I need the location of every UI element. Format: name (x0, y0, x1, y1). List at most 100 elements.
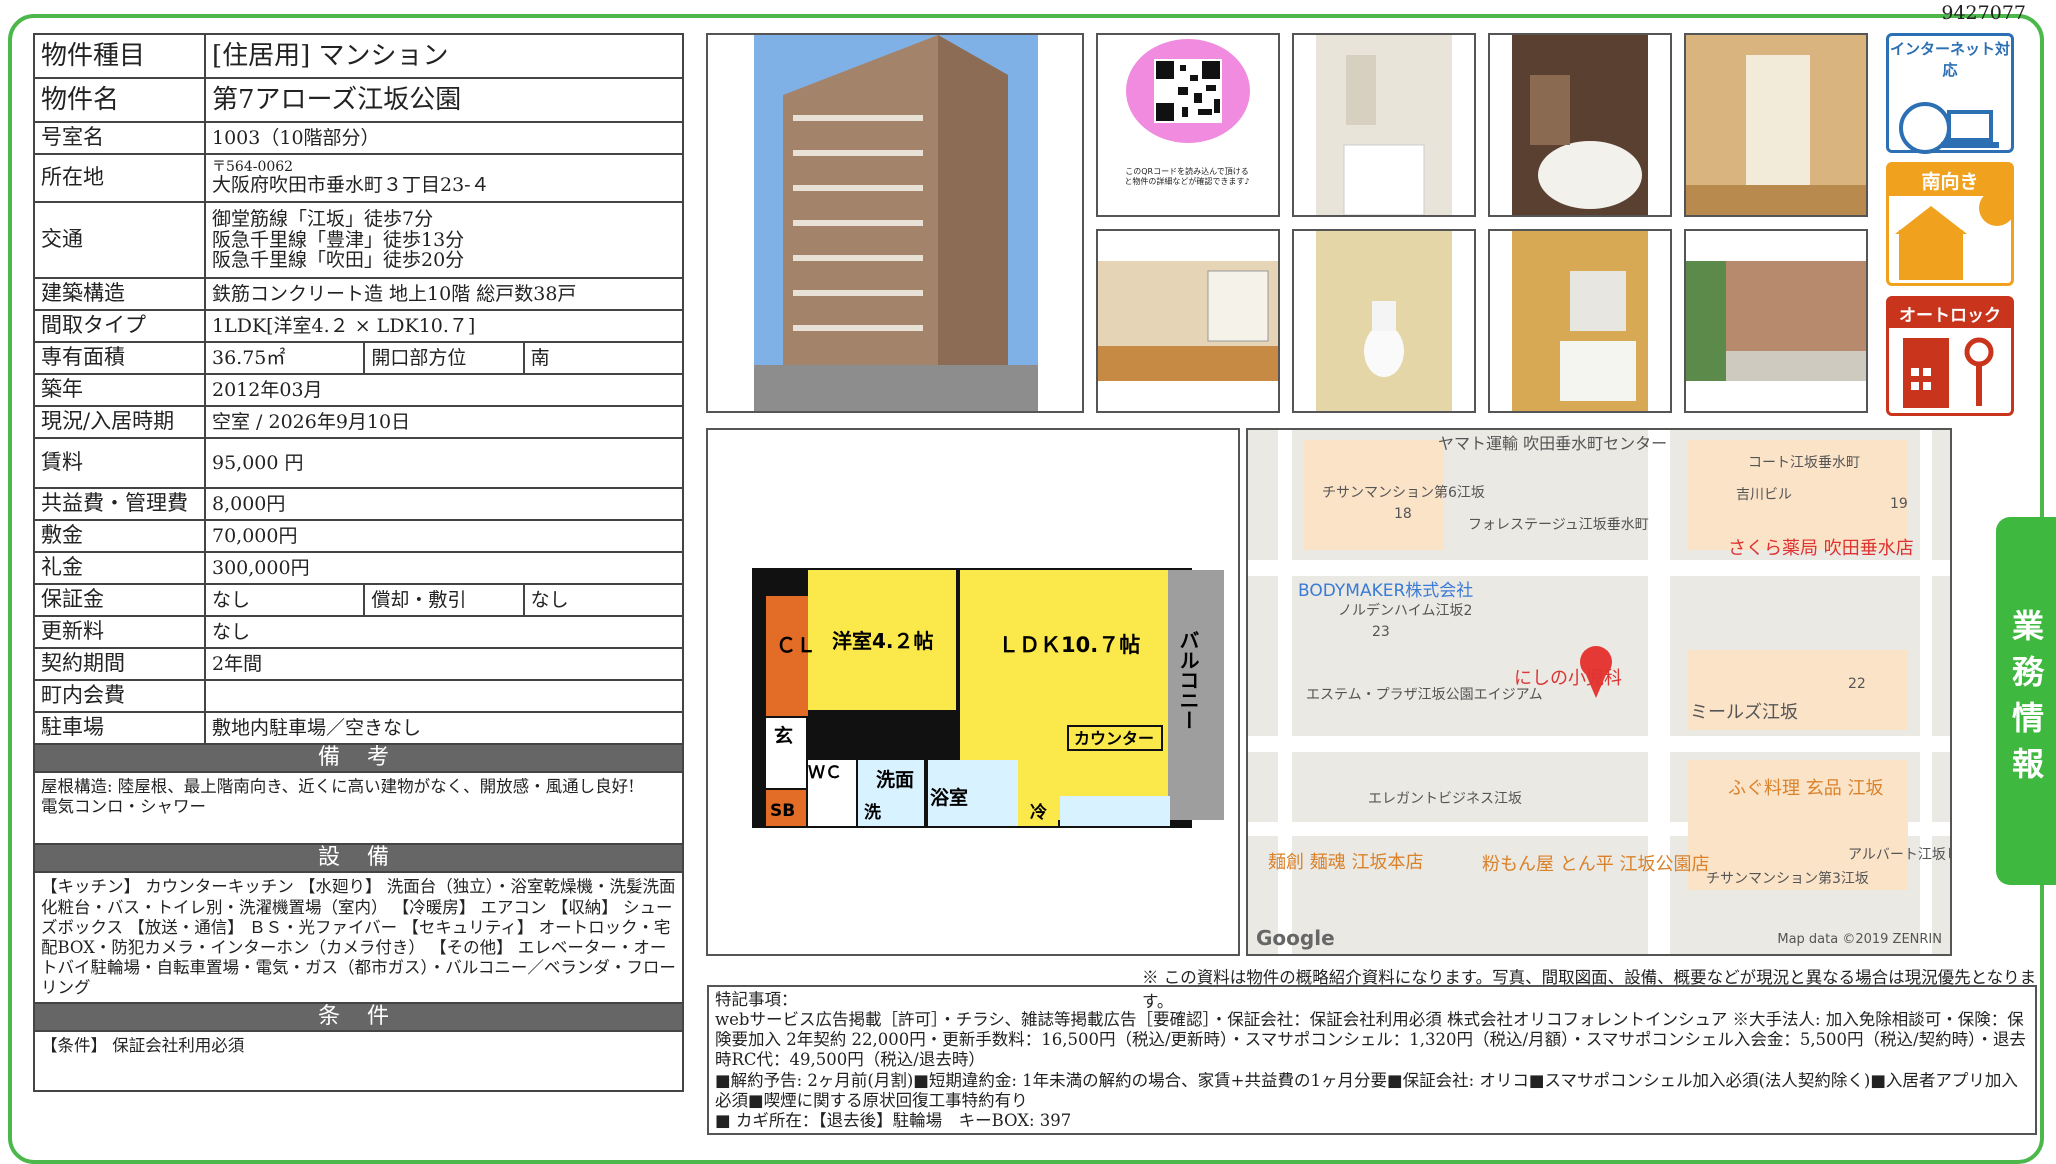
map-label: ふぐ料理 玄品 江坂 (1728, 778, 1884, 799)
assoc-label: 町内会費 (33, 679, 206, 713)
biko-header: 備 考 (33, 742, 684, 774)
built-value: 2012年03月 (204, 373, 684, 407)
building-image (754, 35, 1038, 411)
keymoney-label: 礼金 (33, 551, 206, 585)
fee-value: 8,000円 (204, 487, 684, 521)
deposit-value: 70,000円 (204, 519, 684, 553)
renew-value: なし (204, 615, 684, 649)
name-label: 物件名 (33, 77, 206, 123)
washroom-photo[interactable] (1488, 229, 1672, 413)
map-label: 23 (1372, 624, 1390, 640)
setsubi-header: 設 備 (33, 843, 684, 874)
fp-wc: ＷＣ (808, 763, 842, 783)
autolock-label: オートロック (1889, 299, 2011, 328)
term-value: 2年間 (204, 647, 684, 681)
map-label: 粉もん屋 とん平 江坂公園店 (1482, 854, 1710, 875)
layout-label: 間取タイプ (33, 309, 206, 343)
rent-label: 賃料 (33, 437, 206, 489)
transit-line: 阪急千里線「吹田」徒歩20分 (212, 249, 465, 272)
fp-sb: SB (770, 801, 795, 821)
renew-label: 更新料 (33, 615, 206, 649)
guarantee-label: 保証金 (33, 583, 206, 617)
map-label: 18 (1394, 506, 1412, 522)
kitchen-photo[interactable] (1292, 33, 1476, 217)
fp-balcony: バルコニー (1176, 630, 1200, 730)
fp-fridge: 冷 (1030, 802, 1047, 823)
transit-label: 交通 (33, 201, 206, 279)
south-label: 南向き (1889, 165, 2011, 196)
living-image (1098, 261, 1278, 381)
address-value: 大阪府吹田市垂水町３丁目23-４ (212, 174, 490, 197)
entrance-photo[interactable] (1684, 229, 1868, 413)
joken-text: 【条件】 保証会社利用必須 (33, 1030, 684, 1093)
structure-value: 鉄筋コンクリート造 地上10階 総戸数38戸 (204, 277, 684, 311)
type-label: 物件種目 (33, 33, 206, 79)
sun-house-icon (1895, 190, 2015, 280)
layout-value: 1LDK[洋室4.２ × LDK10.７] (204, 309, 684, 343)
internet-badge: インターネット対応 (1886, 33, 2014, 154)
fp-wash: 洗面 (876, 768, 914, 791)
room-value: 1003（10階部分） (204, 121, 684, 155)
transit-line: 阪急千里線「豊津」徒歩13分 (212, 228, 465, 251)
status-value: 空室 / 2026年9月10日 (204, 405, 684, 439)
map-label: ミールズ江坂 (1690, 702, 1798, 723)
remarks-box: 特記事項： webサービス広告掲載［許可］・チラシ、雑誌等掲載広告［要確認］・保… (707, 985, 2037, 1135)
area-label: 専有面積 (33, 341, 206, 375)
status-label: 現況/入居時期 (33, 405, 206, 439)
transit-line: 御堂筋線「江坂」徒歩7分 (212, 207, 434, 230)
bathroom-photo[interactable] (1488, 33, 1672, 217)
fee-label: 共益費・管理費 (33, 487, 206, 521)
map-label: 22 (1848, 676, 1866, 692)
map-label: 19 (1890, 496, 1908, 512)
map-label: チサンマンション第3江坂 (1706, 871, 1869, 887)
remarks-title: 特記事項： (715, 990, 798, 1009)
side-tab-business-info[interactable]: 業務情報 (1996, 517, 2056, 885)
map-label: エレガントビジネス江坂 (1368, 791, 1522, 807)
amort-value: なし (522, 583, 685, 617)
setsubi-text: 【キッチン】 カウンターキッチン 【水廻り】 洗面台（独立）・浴室乾燥機・洗髪洗… (33, 871, 684, 1005)
structure-label: 建築構造 (33, 277, 206, 311)
fp-counter: カウンター (1074, 729, 1154, 748)
map-copyright: Map data ©2019 ZENRIN (1777, 932, 1942, 947)
qr-caption: このQRコードを読み込んで頂けると物件の詳細などが確認できます♪ (1124, 167, 1250, 186)
internet-label: インターネット対応 (1889, 40, 2010, 79)
map-panel[interactable]: ヤマト運輸 吹田垂水町センター チサンマンション第6江坂 18 フォレステージュ… (1246, 428, 1952, 956)
parking-label: 駐車場 (33, 711, 206, 745)
map-label: チサンマンション第6江坂 (1322, 485, 1485, 501)
qr-code-icon (1126, 39, 1250, 143)
remarks-line-2: ■解約予告: 2ヶ月前(月割)■短期違約金: 1年未満の解約の場合、家賃+共益費… (715, 1070, 2018, 1110)
fp-washer: 洗 (864, 802, 881, 823)
biko-text-2: 電気コンロ・シャワー (41, 797, 206, 817)
map-label: エステム・プラザ江坂公園エイジアム (1306, 687, 1543, 703)
hallway-image (1686, 35, 1866, 215)
living-photo[interactable] (1096, 229, 1280, 413)
key-lock-icon (1903, 337, 1994, 408)
fp-ldk: ＬＤＫ10.７帖 (998, 633, 1140, 657)
map-label: アルバート江坂ヒ (1848, 847, 1952, 863)
joken-header: 条 件 (33, 1002, 684, 1033)
parking-value: 敷地内駐車場／空きなし (204, 711, 684, 745)
room-label: 号室名 (33, 121, 206, 155)
area-value: 36.75㎡ (203, 341, 366, 375)
map-label: BODYMAKER株式会社 (1298, 581, 1474, 601)
map-label: ノルデンハイム江坂2 (1338, 603, 1473, 619)
map-label: にしの小児科 (1514, 668, 1622, 689)
toilet-photo[interactable] (1292, 229, 1476, 413)
fp-bath: 浴室 (930, 786, 968, 809)
remarks-line-1: webサービス広告掲載［許可］・チラシ、雑誌等掲載広告［要確認］・保証会社：保証… (715, 1010, 2026, 1070)
spec-table: 物件種目 [住居用] マンション 物件名 第7アローズ江坂公園 号室名 1003（10… (33, 33, 685, 1093)
map-label: さくら薬局 吹田垂水店 (1728, 538, 1914, 559)
exterior-photo[interactable] (706, 33, 1084, 413)
fp-cl: ＣＬ (776, 633, 816, 657)
name-value: 第7アローズ江坂公園 (204, 77, 684, 123)
hallway-photo[interactable] (1684, 33, 1868, 217)
guarantee-value: なし (203, 583, 366, 617)
rent-value: 95,000 円 (204, 437, 684, 489)
biko-text: 屋根構造: 陸屋根、最上階南向き、近くに高い建物がなく、開放感・風通し良好! (41, 777, 635, 797)
map-label: コート江坂垂水町 (1748, 455, 1860, 471)
qr-panel[interactable]: このQRコードを読み込んで頂けると物件の詳細などが確認できます♪ (1096, 33, 1280, 217)
floorplan-panel[interactable]: ＣＬ 洋室4.２帖 ＬＤＫ10.７帖 バルコニー 玄 SB ＷＣ 洗面 洗 浴室… (706, 428, 1240, 956)
map-label: フォレステージュ江坂垂水町 (1468, 517, 1649, 533)
term-label: 契約期間 (33, 647, 206, 681)
keymoney-value: 300,000円 (204, 551, 684, 585)
